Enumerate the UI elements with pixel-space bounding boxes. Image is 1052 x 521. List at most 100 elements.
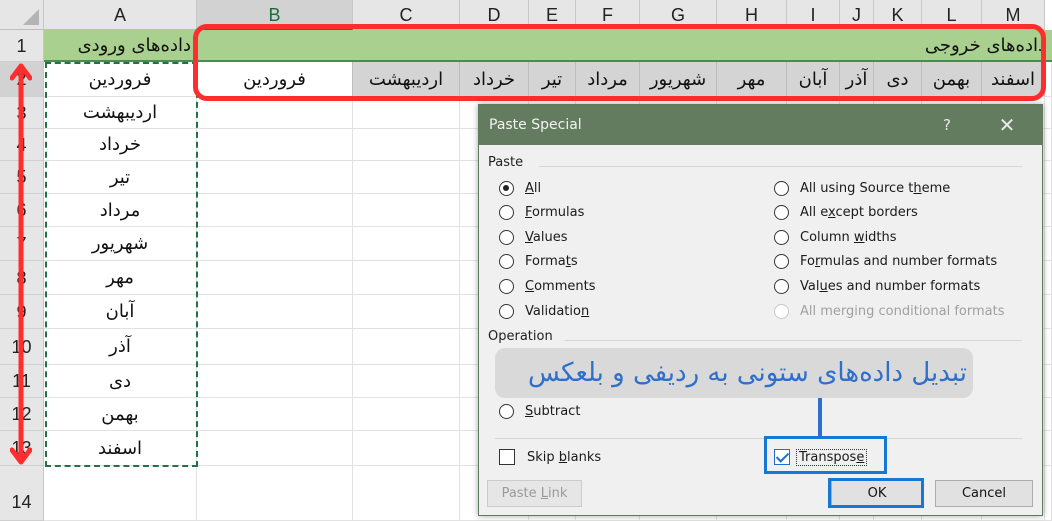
grid-cell[interactable] [353, 466, 460, 521]
grid-cell[interactable] [353, 398, 460, 431]
grid-cell[interactable] [1045, 365, 1052, 398]
row-header-12[interactable]: 12 [0, 398, 44, 431]
grid-cell[interactable] [197, 329, 353, 365]
grid-cell[interactable] [197, 227, 353, 261]
row-header-8[interactable]: 8 [0, 261, 44, 295]
column-header-i[interactable]: I [787, 0, 840, 30]
grid-cell[interactable] [197, 129, 353, 161]
grid-cell[interactable] [1045, 398, 1052, 431]
grid-cell[interactable] [353, 161, 460, 194]
input-cell[interactable]: مهر [44, 261, 197, 295]
grid-cell[interactable] [197, 295, 353, 329]
radio-button[interactable] [499, 205, 514, 221]
output-cell[interactable]: مرداد [576, 62, 640, 97]
output-cell[interactable]: بهمن [922, 62, 982, 97]
grid-cell[interactable] [197, 398, 353, 431]
grid-cell[interactable] [353, 97, 460, 129]
radio-option[interactable]: All using Source theme [774, 178, 950, 198]
row-header-5[interactable]: 5 [0, 161, 44, 194]
grid-cell[interactable] [353, 194, 460, 227]
grid-cell[interactable] [1045, 161, 1052, 194]
grid-cell[interactable] [1045, 227, 1052, 261]
grid-cell[interactable] [1045, 295, 1052, 329]
input-cell[interactable]: خرداد [44, 129, 197, 161]
column-header-d[interactable]: D [460, 0, 529, 30]
radio-subtract[interactable]: Subtract [499, 401, 580, 421]
radio-option[interactable]: Comments [499, 276, 595, 296]
output-cell[interactable]: دی [874, 62, 922, 97]
ok-button[interactable]: OK [831, 480, 923, 507]
close-icon[interactable]: ✕ [992, 105, 1022, 145]
input-cell[interactable]: مرداد [44, 194, 197, 227]
output-header-cell[interactable]: داده‌های خروجی [197, 30, 1052, 62]
column-header-e[interactable]: E [529, 0, 576, 30]
row-header-9[interactable]: 9 [0, 295, 44, 329]
grid-cell[interactable] [1045, 129, 1052, 161]
input-cell[interactable]: اردیبهشت [44, 97, 197, 129]
grid-cell[interactable] [1045, 329, 1052, 365]
column-header-k[interactable]: K [874, 0, 922, 30]
radio-button[interactable] [774, 229, 789, 245]
column-header-h[interactable]: H [717, 0, 787, 30]
skip-blanks-checkbox[interactable]: Skip blanks [499, 447, 601, 467]
checkbox-checked[interactable] [774, 449, 790, 465]
row-header-2[interactable]: 2 [0, 62, 44, 97]
row-header-3[interactable]: 3 [0, 97, 44, 129]
row-header-13[interactable]: 13 [0, 431, 44, 466]
radio-option[interactable]: Formats [499, 252, 578, 272]
grid-cell[interactable] [197, 194, 353, 227]
column-header-b[interactable]: B [197, 0, 353, 30]
grid-cell[interactable] [1045, 431, 1052, 466]
radio-button[interactable] [499, 229, 514, 245]
row-header-6[interactable]: 6 [0, 194, 44, 227]
grid-cell[interactable] [44, 466, 197, 521]
radio-option[interactable]: All [499, 178, 541, 198]
input-cell[interactable]: بهمن [44, 398, 197, 431]
grid-cell[interactable] [197, 97, 353, 129]
radio-option[interactable]: All except borders [774, 203, 918, 223]
output-cell[interactable]: آبان [787, 62, 840, 97]
radio-option[interactable]: Validation [499, 301, 589, 321]
radio-option[interactable]: Column widths [774, 227, 897, 247]
radio-option[interactable]: Formulas [499, 203, 584, 223]
radio-selected[interactable] [499, 180, 514, 196]
input-header-cell[interactable]: داده‌های ورودی [44, 30, 197, 62]
cancel-button[interactable]: Cancel [935, 480, 1033, 507]
output-cell[interactable]: اردیبهشت [353, 62, 460, 97]
grid-cell[interactable] [197, 365, 353, 398]
radio-option[interactable]: Values and number formats [774, 276, 980, 296]
radio-button[interactable] [774, 254, 789, 270]
column-header-m[interactable]: M [982, 0, 1045, 30]
row-header-14[interactable]: 14 [0, 466, 44, 521]
input-cell[interactable]: آبان [44, 295, 197, 329]
grid-cell[interactable] [197, 161, 353, 194]
radio-option[interactable]: Values [499, 227, 567, 247]
output-cell[interactable]: آذر [840, 62, 874, 97]
row-header-11[interactable]: 11 [0, 365, 44, 398]
row-header-4[interactable]: 4 [0, 129, 44, 161]
radio-button[interactable] [499, 254, 514, 270]
output-cell[interactable]: فروردین [197, 62, 353, 97]
radio-button[interactable] [499, 303, 514, 319]
grid-cell[interactable] [353, 295, 460, 329]
checkbox[interactable] [499, 449, 515, 465]
row-header-1[interactable]: 1 [0, 30, 44, 62]
select-all-corner[interactable] [0, 0, 44, 30]
row-header-10[interactable]: 10 [0, 329, 44, 365]
input-cell[interactable]: دی [44, 365, 197, 398]
column-header-f[interactable]: F [576, 0, 640, 30]
paste-link-button[interactable]: Paste Link [487, 480, 582, 507]
column-header-g[interactable]: G [640, 0, 717, 30]
grid-cell[interactable] [1045, 97, 1052, 129]
radio-button[interactable] [774, 278, 789, 294]
radio-button[interactable] [499, 278, 514, 294]
help-icon[interactable]: ? [932, 105, 962, 145]
grid-cell[interactable] [1045, 194, 1052, 227]
row-header-7[interactable]: 7 [0, 227, 44, 261]
grid-cell[interactable] [197, 261, 353, 295]
radio-button[interactable] [774, 180, 789, 196]
input-cell[interactable]: آذر [44, 329, 197, 365]
dialog-title-bar[interactable]: Paste Special ? ✕ [479, 105, 1042, 145]
output-cell[interactable]: تیر [529, 62, 576, 97]
radio-option[interactable]: Formulas and number formats [774, 252, 997, 272]
